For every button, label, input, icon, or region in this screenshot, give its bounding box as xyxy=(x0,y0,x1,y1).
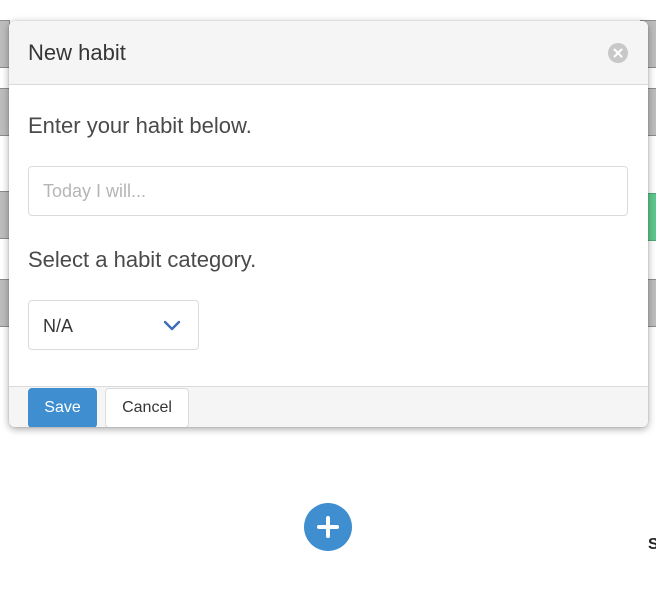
category-selected-value: N/A xyxy=(43,316,74,336)
plus-icon xyxy=(317,516,339,538)
category-prompt-label: Select a habit category. xyxy=(28,247,257,272)
save-button[interactable]: Save xyxy=(28,388,97,427)
habit-prompt-label: Enter your habit below. xyxy=(28,113,252,138)
habit-input[interactable] xyxy=(28,166,628,216)
chevron-down-icon xyxy=(163,319,181,337)
close-icon[interactable] xyxy=(608,43,628,63)
modal-title: New habit xyxy=(28,40,126,65)
app-stage: S New habit Enter your habit below. Sele… xyxy=(0,0,656,602)
background-partial-text: S xyxy=(648,536,656,553)
new-habit-modal: New habit Enter your habit below. Select… xyxy=(9,21,648,427)
cancel-button[interactable]: Cancel xyxy=(105,388,189,427)
modal-header: New habit xyxy=(9,21,648,85)
modal-footer: Save Cancel xyxy=(9,386,648,427)
category-select[interactable]: N/A xyxy=(28,300,199,350)
add-habit-button[interactable] xyxy=(304,503,352,551)
